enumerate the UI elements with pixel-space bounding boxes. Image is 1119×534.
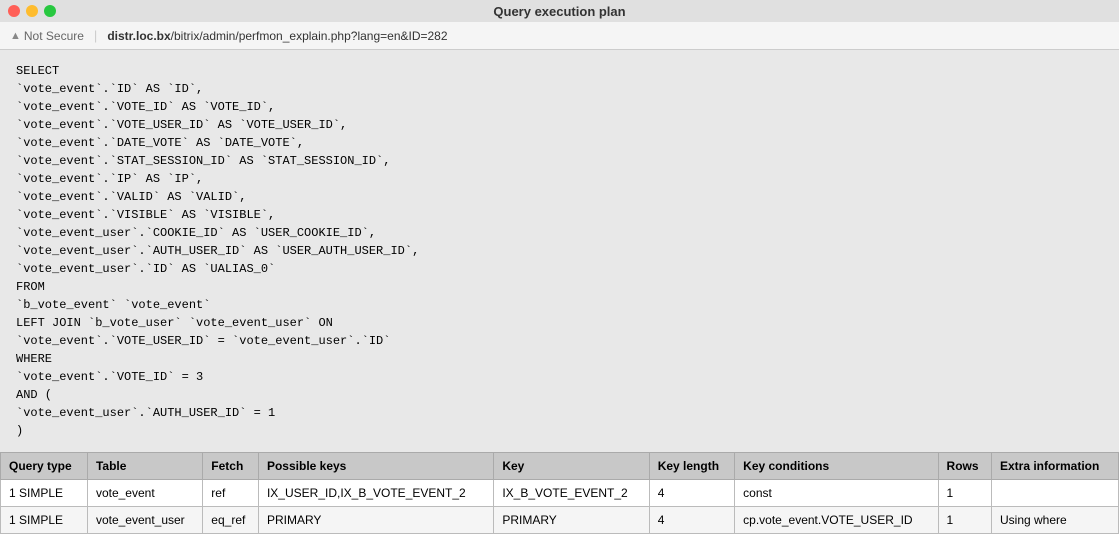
table-header: Key conditions: [735, 453, 938, 480]
table-cell: 1 SIMPLE: [1, 480, 88, 507]
sql-line: `vote_event_user`.`ID` AS `UALIAS_0`: [16, 260, 1103, 278]
table-cell: Using where: [992, 507, 1119, 534]
table-cell: IX_USER_ID,IX_B_VOTE_EVENT_2: [258, 480, 493, 507]
sql-line: SELECT: [16, 62, 1103, 80]
table-header: Table: [87, 453, 202, 480]
table-cell: cp.vote_event.VOTE_USER_ID: [735, 507, 938, 534]
separator: |: [94, 28, 97, 43]
sql-line: `vote_event`.`ID` AS `ID`,: [16, 80, 1103, 98]
url-bar[interactable]: distr.loc.bx/bitrix/admin/perfmon_explai…: [107, 29, 447, 43]
sql-line: `b_vote_event` `vote_event`: [16, 296, 1103, 314]
sql-line: `vote_event_user`.`AUTH_USER_ID` = 1: [16, 404, 1103, 422]
window-title: Query execution plan: [493, 4, 625, 19]
table-cell: const: [735, 480, 938, 507]
table-header: Query type: [1, 453, 88, 480]
table-row: 1 SIMPLEvote_eventrefIX_USER_ID,IX_B_VOT…: [1, 480, 1119, 507]
sql-line: `vote_event`.`VISIBLE` AS `VISIBLE`,: [16, 206, 1103, 224]
sql-line: `vote_event`.`STAT_SESSION_ID` AS `STAT_…: [16, 152, 1103, 170]
sql-line: `vote_event`.`VALID` AS `VALID`,: [16, 188, 1103, 206]
sql-line: `vote_event`.`VOTE_USER_ID` AS `VOTE_USE…: [16, 116, 1103, 134]
not-secure-label: Not Secure: [24, 29, 84, 43]
sql-line: WHERE: [16, 350, 1103, 368]
sql-line: `vote_event_user`.`COOKIE_ID` AS `USER_C…: [16, 224, 1103, 242]
sql-line: FROM: [16, 278, 1103, 296]
traffic-lights: [8, 5, 56, 17]
minimize-button[interactable]: [26, 5, 38, 17]
sql-line: `vote_event`.`VOTE_USER_ID` = `vote_even…: [16, 332, 1103, 350]
sql-line: `vote_event`.`VOTE_ID` AS `VOTE_ID`,: [16, 98, 1103, 116]
address-bar: ▲ Not Secure | distr.loc.bx/bitrix/admin…: [0, 22, 1119, 50]
sql-line: LEFT JOIN `b_vote_user` `vote_event_user…: [16, 314, 1103, 332]
table-header: Possible keys: [258, 453, 493, 480]
table-cell: IX_B_VOTE_EVENT_2: [494, 480, 649, 507]
table-header: Rows: [938, 453, 991, 480]
not-secure-indicator: ▲ Not Secure: [10, 29, 84, 43]
results-table: Query typeTableFetchPossible keysKeyKey …: [0, 452, 1119, 534]
sql-line: `vote_event`.`IP` AS `IP`,: [16, 170, 1103, 188]
table-cell: ref: [203, 480, 259, 507]
table-cell: 4: [649, 480, 734, 507]
url-domain: distr.loc.bx: [107, 29, 170, 43]
table-cell: 4: [649, 507, 734, 534]
sql-line: AND (: [16, 386, 1103, 404]
close-button[interactable]: [8, 5, 20, 17]
table-header: Fetch: [203, 453, 259, 480]
table-cell: PRIMARY: [258, 507, 493, 534]
sql-line: ): [16, 422, 1103, 440]
table-header: Key: [494, 453, 649, 480]
table-header: Key length: [649, 453, 734, 480]
title-bar: Query execution plan: [0, 0, 1119, 22]
table-cell: 1: [938, 480, 991, 507]
sql-line: `vote_event_user`.`AUTH_USER_ID` AS `USE…: [16, 242, 1103, 260]
table-cell: PRIMARY: [494, 507, 649, 534]
sql-line: `vote_event`.`DATE_VOTE` AS `DATE_VOTE`,: [16, 134, 1103, 152]
sql-display: SELECT `vote_event`.`ID` AS `ID`, `vote_…: [0, 50, 1119, 452]
table-cell: [992, 480, 1119, 507]
url-path: /bitrix/admin/perfmon_explain.php?lang=e…: [171, 29, 448, 43]
table-row: 1 SIMPLEvote_event_usereq_refPRIMARYPRIM…: [1, 507, 1119, 534]
table-cell: 1: [938, 507, 991, 534]
table-cell: vote_event_user: [87, 507, 202, 534]
sql-line: `vote_event`.`VOTE_ID` = 3: [16, 368, 1103, 386]
maximize-button[interactable]: [44, 5, 56, 17]
table-cell: vote_event: [87, 480, 202, 507]
table-cell: eq_ref: [203, 507, 259, 534]
warning-icon: ▲: [10, 30, 21, 42]
table-cell: 1 SIMPLE: [1, 507, 88, 534]
table-header: Extra information: [992, 453, 1119, 480]
